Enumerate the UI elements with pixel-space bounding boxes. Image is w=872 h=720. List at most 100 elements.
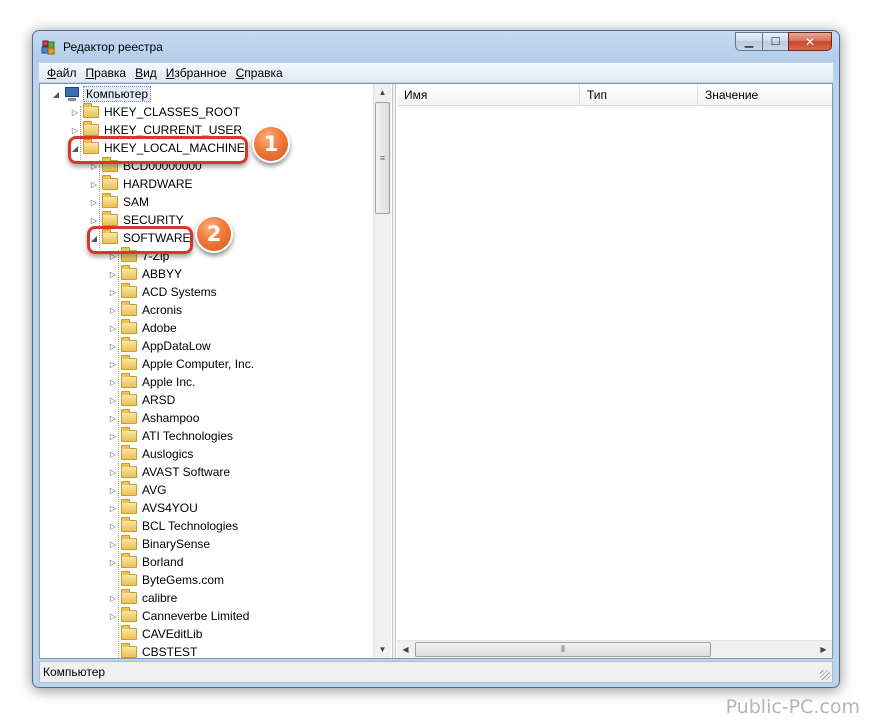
tree-node-software-child[interactable]: ▷ ACD Systems	[107, 283, 219, 301]
tree-node-software-child[interactable]: ▷ ABBYY	[107, 265, 184, 283]
expand-arrow-icon[interactable]: ▷	[88, 180, 100, 189]
list-horizontal-scrollbar[interactable]: ◀ ⦀ ▶	[397, 640, 832, 658]
folder-icon	[121, 625, 137, 640]
tree-node-software-child[interactable]: ▷ Auslogics	[107, 445, 195, 463]
caption-buttons: ▁ ☐ ✕	[735, 32, 832, 52]
scroll-left-arrow-icon[interactable]: ◀	[397, 641, 414, 658]
tree-node-label: SECURITY	[123, 213, 184, 227]
expand-arrow-icon[interactable]: ▷	[69, 108, 81, 117]
expand-arrow-icon[interactable]: ▷	[107, 450, 119, 459]
tree-node-software-child[interactable]: ▷ Canneverbe Limited	[107, 607, 251, 625]
folder-icon	[102, 193, 118, 208]
menu-view-label: ид	[143, 65, 157, 80]
menu-help-accel: С	[235, 65, 245, 80]
registry-tree: ◢ Компьютер ▷ HKEY_CLASSES_ROOT ▷ HKEY_C…	[40, 84, 393, 658]
tree-node-software-child[interactable]: ▷ Borland	[107, 553, 185, 571]
collapse-arrow-icon[interactable]: ◢	[50, 90, 62, 99]
tree-node-label: SAM	[123, 195, 150, 209]
list-header: Имя Тип Значение	[397, 84, 832, 106]
folder-icon	[121, 607, 137, 622]
scroll-thumb[interactable]: ≡	[375, 102, 390, 214]
expand-arrow-icon[interactable]: ▷	[107, 504, 119, 513]
tree-node-software-child[interactable]: ▷ Apple Inc.	[107, 373, 197, 391]
tree-node-software-child[interactable]: ▷ AppDataLow	[107, 337, 213, 355]
tree-node-software-child[interactable]: ▷ Ashampoo	[107, 409, 201, 427]
menu-help[interactable]: Справка	[232, 66, 287, 80]
tree-node-software-child[interactable]: ▷ ARSD	[107, 391, 177, 409]
maximize-icon: ☐	[770, 36, 781, 48]
expand-arrow-icon[interactable]: ▷	[88, 198, 100, 207]
tree-node-software-child[interactable]: CAVEditLib	[107, 625, 204, 643]
tree-node-label: CBSTEST	[142, 645, 198, 658]
tree-node-software-child[interactable]: ▷ AVG	[107, 481, 168, 499]
tree-node-software-child[interactable]: ▷ ATI Technologies	[107, 427, 235, 445]
menu-edit[interactable]: Правка	[82, 66, 131, 80]
close-icon: ✕	[804, 34, 816, 49]
minimize-button[interactable]: ▁	[735, 32, 762, 51]
tree-node-label: Borland	[142, 555, 184, 569]
expand-arrow-icon[interactable]: ▷	[107, 396, 119, 405]
expand-arrow-icon[interactable]: ▷	[107, 594, 119, 603]
menu-view[interactable]: Вид	[131, 66, 161, 80]
close-button[interactable]: ✕	[788, 32, 832, 51]
tree-node-computer[interactable]: ◢ Компьютер	[50, 85, 152, 103]
expand-arrow-icon[interactable]: ▷	[107, 342, 119, 351]
expand-arrow-icon[interactable]: ▷	[69, 126, 81, 135]
folder-icon	[83, 121, 99, 136]
expand-arrow-icon[interactable]: ▷	[107, 270, 119, 279]
menu-favorites[interactable]: Избранное	[162, 66, 231, 80]
tree-node-hive[interactable]: ▷ HKEY_CLASSES_ROOT	[69, 103, 242, 121]
expand-arrow-icon[interactable]: ▷	[107, 522, 119, 531]
registry-app-icon	[41, 40, 55, 55]
tree-node-software-child[interactable]: ▷ AVAST Software	[107, 463, 232, 481]
tree-node-label: AVS4YOU	[142, 501, 198, 515]
scroll-up-arrow-icon[interactable]: ▲	[374, 84, 391, 101]
expand-arrow-icon[interactable]: ▷	[107, 324, 119, 333]
column-header-value[interactable]: Значение	[698, 84, 832, 106]
maximize-button[interactable]: ☐	[762, 32, 788, 51]
scroll-thumb[interactable]: ⦀	[415, 642, 711, 657]
scroll-right-arrow-icon[interactable]: ▶	[815, 641, 832, 658]
expand-arrow-icon[interactable]: ▷	[107, 468, 119, 477]
expand-arrow-icon[interactable]: ▷	[107, 540, 119, 549]
scroll-down-arrow-icon[interactable]: ▼	[374, 641, 391, 658]
tree-node-software-child[interactable]: ▷ Adobe	[107, 319, 179, 337]
expand-arrow-icon[interactable]: ▷	[107, 432, 119, 441]
pane-splitter[interactable]	[392, 84, 396, 658]
expand-arrow-icon[interactable]: ▷	[107, 288, 119, 297]
expand-arrow-icon[interactable]: ▷	[107, 360, 119, 369]
tree-node-software-child[interactable]: CBSTEST	[107, 643, 199, 658]
column-header-type[interactable]: Тип	[580, 84, 698, 106]
tree-node-hklm-child[interactable]: ▷ HARDWARE	[88, 175, 195, 193]
tree-node-label: Apple Computer, Inc.	[142, 357, 255, 371]
expand-arrow-icon[interactable]: ▷	[107, 558, 119, 567]
window-title: Редактор реестра	[63, 40, 163, 54]
expand-arrow-icon[interactable]: ▷	[107, 378, 119, 387]
tree-node-label: Acronis	[142, 303, 183, 317]
expand-arrow-icon[interactable]: ▷	[107, 414, 119, 423]
folder-icon	[121, 319, 137, 334]
title-bar[interactable]: Редактор реестра ▁ ☐ ✕	[33, 31, 839, 61]
tree-node-label: calibre	[142, 591, 178, 605]
expand-arrow-icon[interactable]: ▷	[107, 612, 119, 621]
menu-help-label: правка	[244, 65, 283, 80]
tree-node-software-child[interactable]: ▷ BinarySense	[107, 535, 212, 553]
tree-node-software-child[interactable]: ▷ calibre	[107, 589, 179, 607]
tree-node-software-child[interactable]: ▷ BCL Technologies	[107, 517, 240, 535]
tree-node-software-child[interactable]: ▷ Acronis	[107, 301, 184, 319]
column-header-name[interactable]: Имя	[397, 84, 580, 106]
menu-file[interactable]: Файл	[43, 66, 81, 80]
tree-node-software-child[interactable]: ▷ Apple Computer, Inc.	[107, 355, 256, 373]
folder-icon	[121, 265, 137, 280]
expand-arrow-icon[interactable]: ▷	[107, 486, 119, 495]
tree-node-label: ABBYY	[142, 267, 183, 281]
tree-node-software-child[interactable]: ▷ AVS4YOU	[107, 499, 200, 517]
expand-arrow-icon[interactable]: ▷	[107, 306, 119, 315]
tree-node-label: Компьютер	[83, 86, 152, 102]
expand-arrow-icon[interactable]: ▷	[88, 216, 100, 225]
resize-grip-icon[interactable]	[820, 670, 830, 680]
tree-node-software-child[interactable]: ByteGems.com	[107, 571, 226, 589]
tree-node-hklm-child[interactable]: ▷ SAM	[88, 193, 151, 211]
tree-vertical-scrollbar[interactable]: ▲ ≡ ▼	[373, 84, 391, 658]
tree-node-label: HARDWARE	[123, 177, 193, 191]
